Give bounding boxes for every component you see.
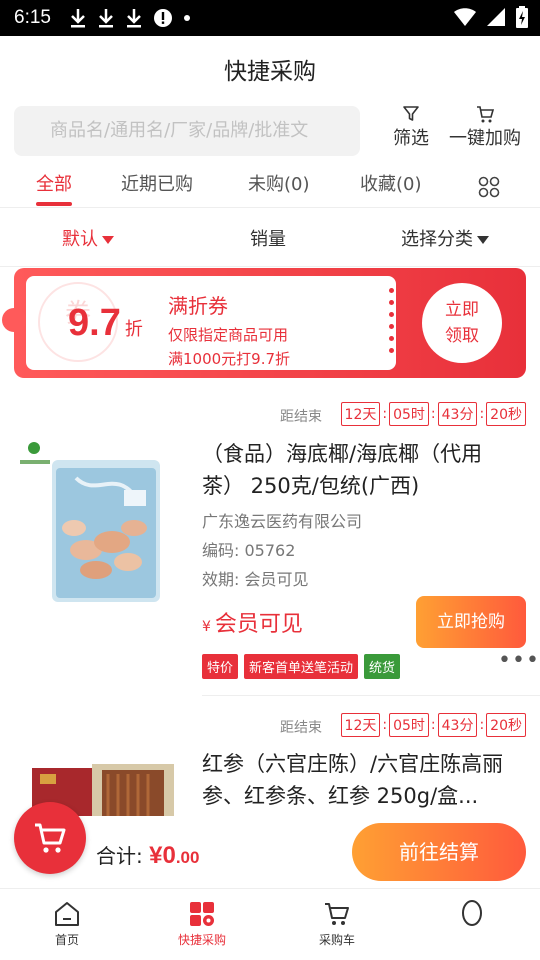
- coupon-discount-unit: 折: [124, 319, 143, 339]
- add-all-label: 一键加购: [449, 128, 521, 149]
- page-title: 快捷采购: [224, 59, 316, 85]
- claim-label-1: 立即: [445, 300, 479, 320]
- coupon-discount-value: 9.7: [68, 302, 121, 344]
- cart-icon: [477, 106, 495, 123]
- countdown-timer: 距结束 12天: 05时: 43分: 20秒: [0, 713, 540, 739]
- claim-label-2: 领取: [445, 326, 479, 346]
- product-divider: [202, 695, 540, 696]
- price-currency: ¥: [202, 619, 211, 635]
- product-name[interactable]: （食品）海底椰/海底椰（代用茶） 250克/包统(广西): [202, 438, 522, 502]
- countdown-timer: 距结束 12天: 05时: 43分: 20秒: [0, 402, 540, 428]
- total-label: 合计:: [96, 844, 143, 868]
- grid-view-icon[interactable]: [478, 176, 500, 198]
- cart-button[interactable]: [14, 802, 86, 874]
- nav-home-label: 首页: [54, 933, 79, 947]
- product-name[interactable]: 红参（六官庄陈）/六官庄陈高丽参、红参条、红参 250g/盒...: [202, 748, 522, 812]
- coupon-discount: 9.7 折: [68, 302, 143, 345]
- home-icon: [55, 902, 79, 926]
- filter-icon: [403, 106, 419, 121]
- coupon-notch: [2, 308, 26, 332]
- buy-now-button[interactable]: 立即抢购: [416, 596, 526, 648]
- tag-special-price: 特价: [202, 654, 239, 679]
- countdown-seconds: 20秒: [486, 402, 526, 426]
- total-amount: 合计: ¥0.00: [96, 840, 199, 870]
- tab-recent[interactable]: 近期已购: [121, 170, 193, 196]
- product-company: 广东逸云医药有限公司: [202, 512, 363, 531]
- checkout-bar: 合计: ¥0.00 前往结算: [0, 802, 540, 888]
- tab-all[interactable]: 全部: [36, 170, 72, 196]
- filter-button[interactable]: 筛选: [390, 104, 432, 150]
- discount-coupon: 券 9.7 折 满折券 仅限指定商品可用 满1000元打9.7折 立即 领取: [2, 268, 526, 378]
- claim-coupon-button[interactable]: 立即 领取: [422, 283, 502, 363]
- wifi-icon: [454, 8, 476, 26]
- sort-row: 默认 销量 选择分类: [0, 209, 540, 267]
- product-code: 编码: 05762: [202, 541, 296, 560]
- product-tags: 特价 新客首单送笔活动 统货: [202, 654, 401, 679]
- tag-new-customer: 新客首单送笔活动: [244, 654, 359, 679]
- dot-icon: [183, 15, 190, 21]
- product-image[interactable]: [16, 438, 176, 608]
- total-value: ¥0.00: [149, 842, 199, 869]
- price-value: 会员可见: [214, 612, 303, 637]
- add-all-button[interactable]: 一键加购: [444, 104, 526, 150]
- nav-home[interactable]: 首页: [17, 899, 117, 948]
- countdown-hours: 05时: [389, 402, 429, 426]
- search-input[interactable]: 商品名/通用名/厂家/品牌/批准文: [14, 106, 360, 156]
- checkout-button[interactable]: 前往结算: [352, 823, 526, 881]
- profile-icon: [462, 900, 482, 926]
- coupon-title: 满折券: [168, 294, 228, 318]
- nav-quick-purchase-label: 快捷采购: [177, 933, 226, 947]
- nav-cart-label: 采购车: [318, 933, 355, 947]
- total-decimal: .00: [175, 848, 200, 867]
- bottom-nav: 首页 快捷采购 采购车: [0, 888, 540, 960]
- download-icon: [98, 9, 113, 28]
- more-options-icon[interactable]: •••: [498, 648, 540, 673]
- search-row: 商品名/通用名/厂家/品牌/批准文 筛选 一键加购: [0, 104, 540, 160]
- active-tab-indicator: [36, 202, 72, 206]
- countdown-days: 12天: [340, 713, 381, 737]
- product-expiry: 效期: 会员可见: [202, 570, 309, 589]
- countdown-label: 距结束: [280, 409, 322, 425]
- signal-icon: [487, 8, 505, 26]
- nav-quick-purchase[interactable]: 快捷采购: [152, 899, 252, 948]
- tab-not-purchased[interactable]: 未购(0): [248, 170, 310, 196]
- coupon-condition: 仅限指定商品可用: [168, 326, 289, 344]
- tag-bulk: 统货: [364, 654, 401, 679]
- tab-favorites[interactable]: 收藏(0): [360, 170, 422, 196]
- total-currency: ¥: [149, 842, 163, 869]
- total-integer: 0: [162, 842, 176, 869]
- countdown-minutes: 43分: [437, 402, 478, 426]
- nav-profile[interactable]: [422, 899, 522, 931]
- caret-down-icon: [477, 236, 489, 244]
- coupon-perforation: [389, 288, 394, 360]
- countdown-label: 距结束: [280, 720, 322, 736]
- page-header: 快捷采购: [0, 36, 540, 106]
- sort-default-label: 默认: [62, 229, 98, 250]
- filter-tabs: 全部 近期已购 未购(0) 收藏(0): [0, 160, 540, 208]
- download-icon: [70, 9, 85, 28]
- battery-icon: [516, 6, 528, 28]
- status-bar: 6:15: [0, 0, 540, 36]
- quick-purchase-icon: [190, 902, 214, 926]
- countdown-seconds: 20秒: [486, 713, 526, 737]
- coupon-body: 券 9.7 折 满折券 仅限指定商品可用 满1000元打9.7折: [26, 276, 396, 370]
- status-time: 6:15: [14, 7, 51, 28]
- countdown-hours: 05时: [389, 713, 429, 737]
- sort-sales[interactable]: 销量: [250, 225, 286, 251]
- download-icon: [126, 9, 141, 28]
- countdown-days: 12天: [340, 402, 381, 426]
- nav-cart[interactable]: 采购车: [287, 899, 387, 948]
- category-select-label: 选择分类: [401, 229, 473, 250]
- filter-label: 筛选: [393, 128, 429, 149]
- product-price: ¥ 会员可见: [202, 606, 303, 638]
- category-select[interactable]: 选择分类: [401, 225, 489, 251]
- caret-down-icon: [102, 236, 114, 244]
- sort-default[interactable]: 默认: [62, 225, 114, 251]
- cart-icon: [35, 823, 66, 853]
- coupon-rule: 满1000元打9.7折: [168, 350, 291, 368]
- status-notifications: [69, 8, 191, 28]
- alert-icon: [153, 9, 172, 27]
- cart-icon: [325, 903, 349, 925]
- countdown-minutes: 43分: [437, 713, 478, 737]
